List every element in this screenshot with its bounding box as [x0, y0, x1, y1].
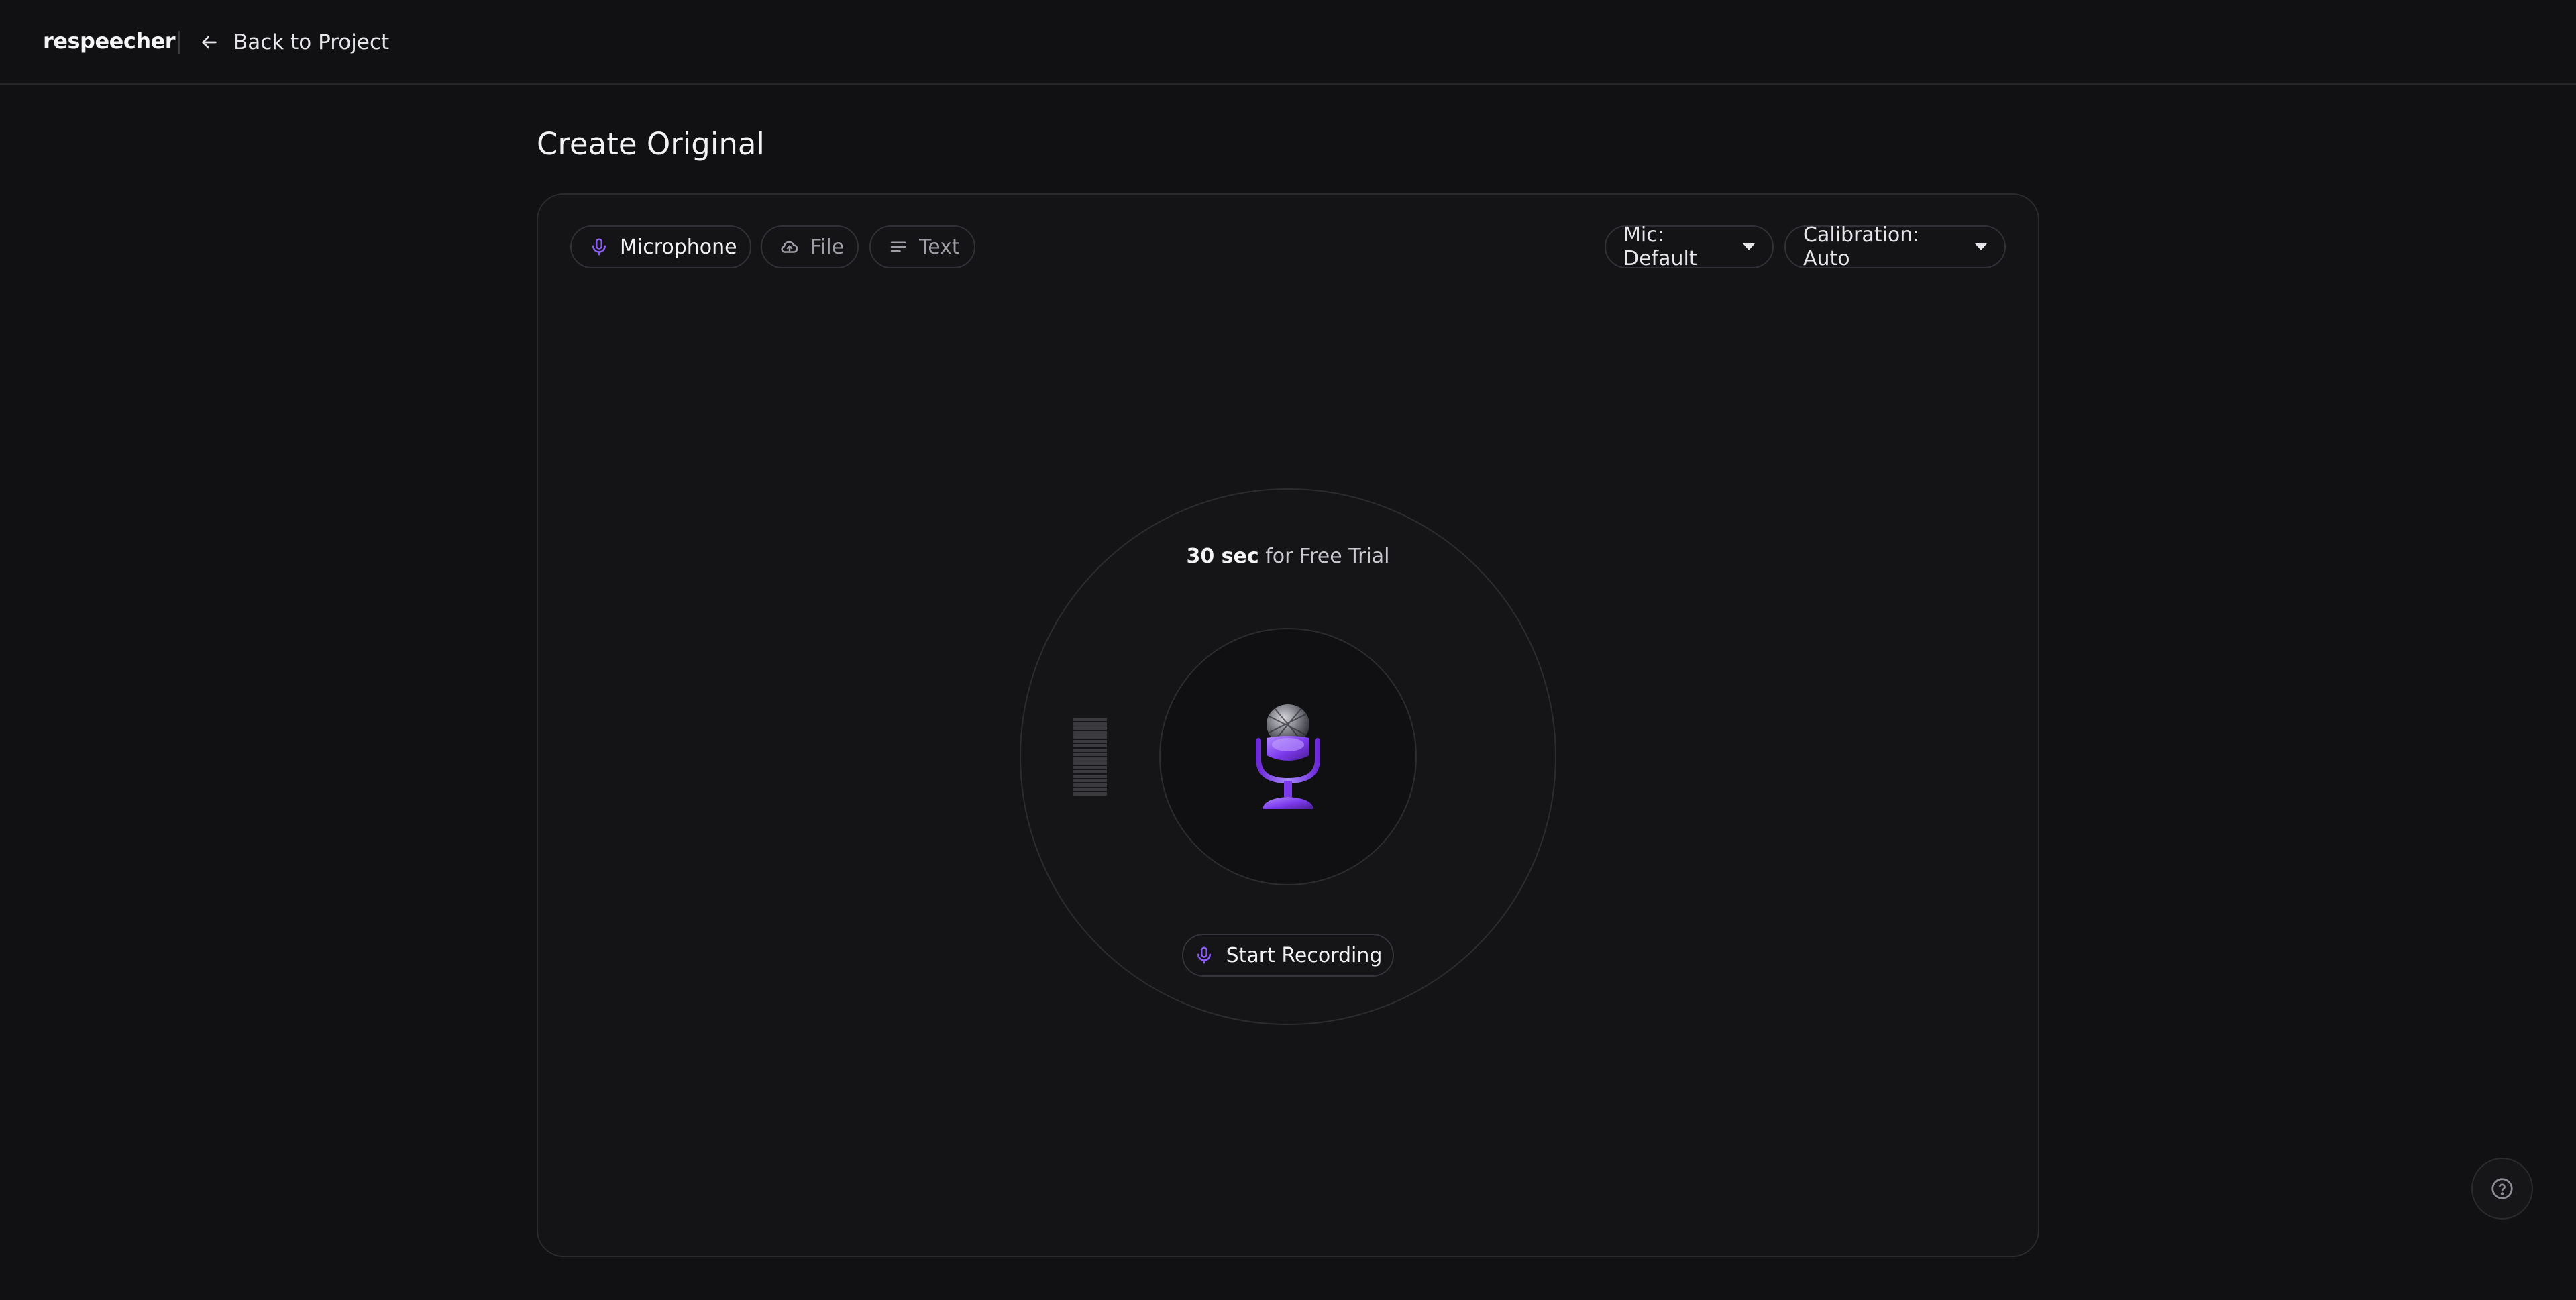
cloud-upload-icon	[781, 241, 798, 253]
tab-file[interactable]: File	[761, 225, 859, 268]
level-bar	[1073, 788, 1107, 792]
tab-file-label: File	[810, 235, 845, 259]
microphone-icon	[1197, 946, 1211, 964]
chevron-down-icon	[1975, 243, 1987, 250]
top-bar: respeecher Back to Project	[0, 0, 2576, 85]
tab-microphone[interactable]: Microphone	[570, 225, 751, 268]
calibration-select[interactable]: Calibration: Auto	[1784, 223, 2006, 270]
trial-duration: 30 sec	[1186, 545, 1259, 568]
text-lines-icon	[890, 241, 906, 252]
level-bar	[1073, 744, 1107, 748]
page-title: Create Original	[537, 126, 765, 162]
back-link-label: Back to Project	[233, 30, 390, 54]
level-bar	[1073, 753, 1107, 757]
free-trial-notice: 30 sec for Free Trial	[1020, 545, 1556, 568]
level-bar	[1073, 722, 1107, 726]
studio-microphone-icon	[1256, 704, 1320, 809]
chevron-down-icon	[1743, 243, 1755, 250]
help-circle-icon	[2491, 1178, 2513, 1199]
level-bar	[1073, 765, 1107, 769]
input-level-meter	[1073, 715, 1107, 798]
tab-text-label: Text	[919, 235, 960, 259]
level-bar	[1073, 735, 1107, 739]
level-bar	[1073, 783, 1107, 787]
level-bar	[1073, 792, 1107, 796]
start-recording-button[interactable]: Start Recording	[1182, 934, 1394, 977]
level-bar	[1073, 774, 1107, 778]
level-bar	[1073, 730, 1107, 735]
level-bar	[1073, 761, 1107, 765]
tab-text[interactable]: Text	[869, 225, 975, 268]
level-bar	[1073, 739, 1107, 743]
logo[interactable]: respeecher	[43, 28, 176, 54]
level-bar	[1073, 718, 1107, 721]
trial-text-rest: for Free Trial	[1258, 545, 1390, 568]
header-divider	[178, 31, 180, 54]
level-bar	[1073, 779, 1107, 783]
mic-select-value: Mic: Default	[1623, 223, 1697, 270]
level-bar	[1073, 770, 1107, 774]
mic-select[interactable]: Mic: Default	[1605, 223, 1774, 270]
help-button[interactable]	[2471, 1158, 2533, 1220]
back-to-project-link[interactable]: Back to Project	[199, 27, 389, 58]
calibration-select-value: Calibration: Auto	[1803, 223, 1920, 270]
arrow-left-icon	[202, 36, 217, 49]
start-recording-label: Start Recording	[1226, 943, 1383, 967]
level-bar	[1073, 757, 1107, 761]
tab-microphone-label: Microphone	[620, 235, 737, 259]
level-bar	[1073, 726, 1107, 730]
microphone-icon	[592, 238, 606, 256]
level-bar	[1073, 748, 1107, 752]
